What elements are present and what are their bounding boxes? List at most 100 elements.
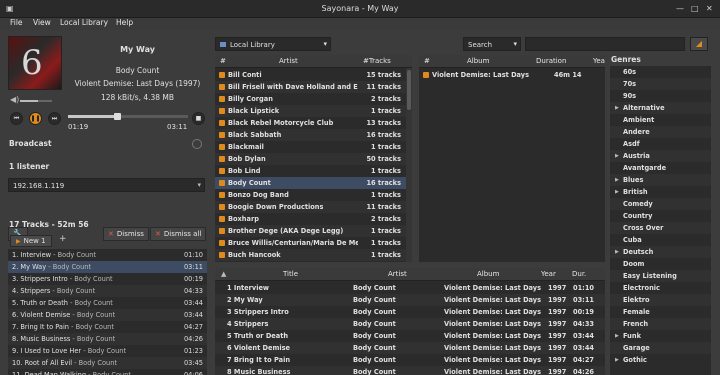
genre-item[interactable]: Country — [610, 210, 711, 222]
stop-button[interactable]: ■ — [192, 112, 205, 125]
playlist-item[interactable]: 4. Strippers - Body Count 04:33 — [8, 285, 207, 297]
artist-row[interactable]: Boxharp 2 tracks — [215, 213, 406, 225]
menu-view[interactable]: View — [33, 18, 51, 27]
track-col-duration[interactable]: Dur. — [572, 268, 586, 281]
artist-col-artist[interactable]: Artist — [279, 55, 298, 68]
playlist-item[interactable]: 8. Music Business - Body Count 04:26 — [8, 333, 207, 345]
artist-row[interactable]: Bill Frisell with Dave Holland and Elvin… — [215, 81, 406, 93]
artist-row[interactable]: Body Count 16 tracks — [215, 177, 406, 189]
track-row[interactable]: 1 Interview Body Count Violent Demise: Las… — [215, 282, 605, 294]
close-icon[interactable]: ✕ — [706, 4, 713, 13]
track-col-album[interactable]: Album — [477, 268, 499, 281]
genre-item[interactable]: Avantgarde — [610, 162, 711, 174]
previous-button[interactable]: ⏮ — [10, 112, 23, 125]
pause-button[interactable]: ❚❚ — [29, 112, 42, 125]
track-row[interactable]: 4 Strippers Body Count Violent Demise: Las… — [215, 318, 605, 330]
album-col-hash[interactable]: # — [424, 55, 430, 68]
minimize-icon[interactable]: — — [676, 4, 684, 13]
volume-slider[interactable] — [20, 100, 52, 102]
track-row[interactable]: 7 Bring It to Pain Body Count Violent Demi… — [215, 354, 605, 366]
genre-item[interactable]: Asdf — [610, 138, 711, 150]
expand-arrow-icon[interactable]: ▶ — [615, 174, 619, 186]
track-row[interactable]: 5 Truth or Death Body Count Violent Demise… — [215, 330, 605, 342]
album-col-album[interactable]: Album — [467, 55, 489, 68]
playlist-item[interactable]: 9. I Used to Love Her - Body Count 01:23 — [8, 345, 207, 357]
artist-row[interactable]: Brother Dege (AKA Dege Legg) 1 tracks — [215, 225, 406, 237]
dismiss-button[interactable]: ✕ Dismiss — [103, 227, 149, 241]
expand-arrow-icon[interactable]: ▶ — [615, 246, 619, 258]
genre-item[interactable]: Female — [610, 306, 711, 318]
track-row[interactable]: 6 Violent Demise Body Count Violent Demise… — [215, 342, 605, 354]
artist-row[interactable]: Boogie Down Productions 11 tracks — [215, 201, 406, 213]
menu-help[interactable]: Help — [116, 18, 133, 27]
genre-item[interactable]: Garage — [610, 342, 711, 354]
artist-row[interactable]: Black Lipstick 1 tracks — [215, 105, 406, 117]
search-mode-select[interactable]: Search ▾ — [463, 37, 521, 51]
track-row[interactable]: 8 Music Business Body Count Violent Demise… — [215, 366, 605, 375]
artist-col-tracks[interactable]: #Tracks — [363, 55, 391, 68]
search-options-button[interactable]: ◢ — [690, 37, 708, 51]
artist-row[interactable]: Billy Corgan 2 tracks — [215, 93, 406, 105]
expand-arrow-icon[interactable]: ▶ — [615, 186, 619, 198]
add-playlist-button[interactable]: + — [59, 234, 67, 244]
genre-item[interactable]: ▶ Blues — [610, 174, 711, 186]
genre-item[interactable]: ▶ Austria — [610, 150, 711, 162]
playlist-item[interactable]: 6. Violent Demise - Body Count 03:44 — [8, 309, 207, 321]
maximize-icon[interactable]: □ — [691, 4, 699, 13]
menu-file[interactable]: File — [10, 18, 23, 27]
artist-row[interactable]: Bonzo Dog Band 1 tracks — [215, 189, 406, 201]
artist-row[interactable]: Bill Conti 15 tracks — [215, 69, 406, 81]
playlist-tab[interactable]: ▶ New 1 — [10, 235, 52, 247]
genre-item[interactable]: Comedy — [610, 198, 711, 210]
track-col-artist[interactable]: Artist — [388, 268, 407, 281]
artist-col-hash[interactable]: # — [220, 55, 226, 68]
genre-item[interactable]: Cross Over — [610, 222, 711, 234]
genre-item[interactable]: ▶ Gothic — [610, 354, 711, 366]
genre-item[interactable]: Cuba — [610, 234, 711, 246]
menu-local-library[interactable]: Local Library — [60, 18, 108, 27]
seek-handle[interactable] — [114, 113, 122, 120]
genre-item[interactable]: 90s — [610, 90, 711, 102]
genre-item[interactable]: Doom — [610, 258, 711, 270]
artist-row[interactable]: Blackmail 1 tracks — [215, 141, 406, 153]
genre-item[interactable]: Andere — [610, 126, 711, 138]
artist-row[interactable]: Bob Lind 1 tracks — [215, 165, 406, 177]
playlist-item[interactable]: 10. Root of All Evil - Body Count 03:45 — [8, 357, 207, 369]
genre-item[interactable]: French — [610, 318, 711, 330]
genre-item[interactable]: Elektro — [610, 294, 711, 306]
genre-item[interactable]: ▶ Deutsch — [610, 246, 711, 258]
genre-item[interactable]: Ambient — [610, 114, 711, 126]
artist-row[interactable]: Black Rebel Motorcycle Club 13 tracks — [215, 117, 406, 129]
playlist-item[interactable]: 2. My Way - Body Count 03:11 — [8, 261, 207, 273]
artist-row[interactable]: Black Sabbath 16 tracks — [215, 129, 406, 141]
artist-scroll-thumb[interactable] — [407, 70, 411, 110]
playlist-item[interactable]: 7. Bring It to Pain - Body Count 04:27 — [8, 321, 207, 333]
listener-select[interactable]: 192.168.1.119 ▾ — [8, 178, 205, 192]
seek-slider[interactable] — [68, 113, 188, 120]
playlist-item[interactable]: 1. Interview - Body Count 01:10 — [8, 249, 207, 261]
genre-item[interactable]: Electronic — [610, 282, 711, 294]
artist-row[interactable]: Buch Hancook 1 tracks — [215, 249, 406, 261]
genre-item[interactable]: ▶ Funk — [610, 330, 711, 342]
expand-arrow-icon[interactable]: ▶ — [615, 354, 619, 366]
genre-item[interactable]: Easy Listening — [610, 270, 711, 282]
search-input[interactable] — [525, 37, 685, 51]
volume-icon[interactable]: ◀) — [10, 95, 19, 104]
track-row[interactable]: 2 My Way Body Count Violent Demise: Last D… — [215, 294, 605, 306]
genre-item[interactable]: 70s — [610, 78, 711, 90]
artist-scrollbar[interactable] — [406, 68, 412, 262]
playlist-item[interactable]: 3. Strippers Intro - Body Count 00:19 — [8, 273, 207, 285]
genre-item[interactable]: ▶ British — [610, 186, 711, 198]
sort-icon[interactable]: ▲ — [221, 268, 226, 281]
next-button[interactable]: ⏭ — [48, 112, 61, 125]
expand-arrow-icon[interactable]: ▶ — [615, 150, 619, 162]
dismiss-all-button[interactable]: ✕ Dismiss all — [150, 227, 207, 241]
expand-arrow-icon[interactable]: ▶ — [615, 330, 619, 342]
album-col-duration[interactable]: Duration — [536, 55, 566, 68]
artist-row[interactable]: Bob Dylan 50 tracks — [215, 153, 406, 165]
track-row[interactable]: 3 Strippers Intro Body Count Violent Demis… — [215, 306, 605, 318]
album-row[interactable]: Violent Demise: Last Days 46m 14 — [419, 69, 605, 81]
playlist-item[interactable]: 5. Truth or Death - Body Count 03:44 — [8, 297, 207, 309]
track-col-year[interactable]: Year — [541, 268, 556, 281]
genre-item[interactable]: ▶ Alternative — [610, 102, 711, 114]
